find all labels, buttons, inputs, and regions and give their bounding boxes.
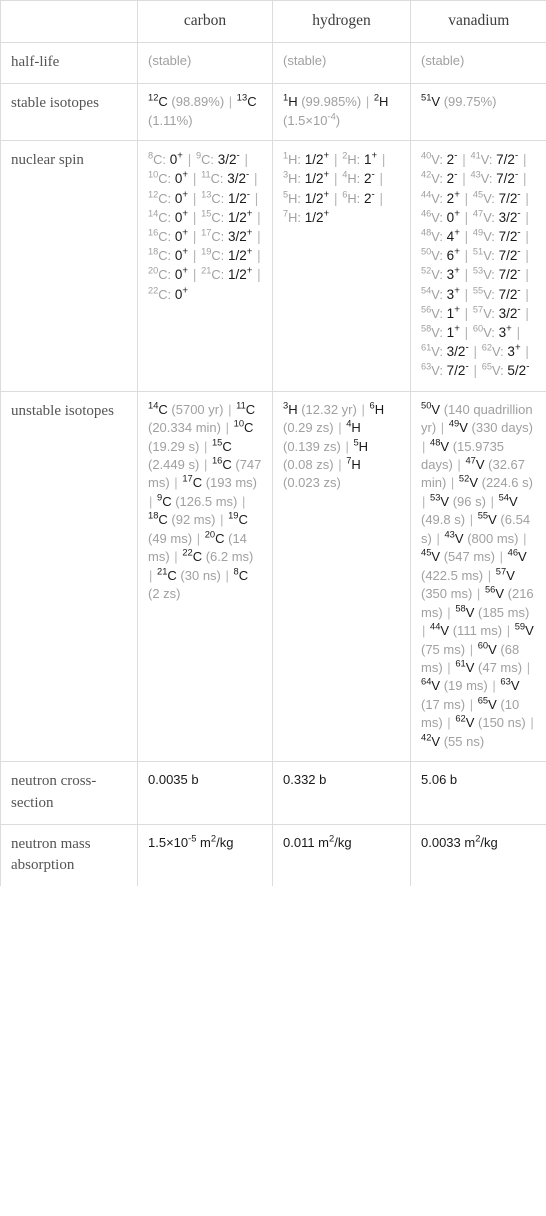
cell-stable-isotopes-vanadium: 51V (99.75%)	[410, 83, 546, 142]
table-row: neutron mass absorption 1.5×10-5 m2/kg 0.0…	[0, 823, 546, 887]
column-header-vanadium: vanadium	[410, 0, 546, 43]
table-row: unstable isotopes 14C (5700 yr) | 11C (20…	[0, 390, 546, 763]
column-header-hydrogen: hydrogen	[272, 0, 411, 43]
cell-neutron-mass-absorption-carbon: 1.5×10-5 m2/kg	[137, 823, 273, 887]
cell-nuclear-spin-carbon: 8C: 0+ | 9C: 3/2- | 10C: 0+ | 11C: 3/2- …	[137, 140, 273, 392]
cell-unstable-isotopes-carbon: 14C (5700 yr) | 11C (20.334 min) | 10C (…	[137, 390, 273, 763]
row-label-half-life: half-life	[0, 41, 138, 85]
row-label-nuclear-spin: nuclear spin	[0, 140, 138, 392]
row-label-unstable-isotopes: unstable isotopes	[0, 390, 138, 763]
isotope-properties-table: carbon hydrogen vanadium half-life (stable)(…	[0, 0, 546, 887]
cell-stable-isotopes-hydrogen: 1H (99.985%) | 2H (1.5×10-4)	[272, 83, 411, 142]
row-label-stable-isotopes: stable isotopes	[0, 83, 138, 142]
table-corner-cell	[0, 0, 138, 43]
cell-unstable-isotopes-vanadium: 50V (140 quadrillion yr) | 49V (330 days…	[410, 390, 546, 763]
cell-unstable-isotopes-hydrogen: 3H (12.32 yr) | 6H (0.29 zs) | 4H (0.139…	[272, 390, 411, 763]
table-row: neutron cross-section 0.0035 b 0.332 b 5.06…	[0, 761, 546, 825]
cell-nuclear-spin-hydrogen: 1H: 1/2+ | 2H: 1+ | 3H: 1/2+ | 4H: 2- | …	[272, 140, 411, 392]
cell-stable-isotopes-carbon: 12C (98.89%) | 13C (1.11%)	[137, 83, 273, 142]
table-row: stable isotopes 12C (98.89%) | 13C (1.11%…	[0, 83, 546, 142]
cell-half-life-vanadium: (stable)	[410, 41, 546, 85]
cell-half-life-hydrogen: (stable)	[272, 41, 411, 85]
row-label-neutron-mass-absorption: neutron mass absorption	[0, 823, 138, 887]
column-header-carbon: carbon	[137, 0, 273, 43]
cell-neutron-mass-absorption-hydrogen: 0.011 m2/kg	[272, 823, 411, 887]
cell-nuclear-spin-vanadium: 40V: 2- | 41V: 7/2- | 42V: 2- | 43V: 7/2…	[410, 140, 546, 392]
table-header-row: carbon hydrogen vanadium	[0, 0, 546, 43]
table-row: nuclear spin 8C: 0+ | 9C: 3/2- | 10C: 0+ …	[0, 140, 546, 392]
cell-half-life-carbon: (stable)	[137, 41, 273, 85]
cell-neutron-cross-section-vanadium: 5.06 b	[410, 761, 546, 825]
cell-neutron-mass-absorption-vanadium: 0.0033 m2/kg	[410, 823, 546, 887]
row-label-neutron-cross-section: neutron cross-section	[0, 761, 138, 825]
table-row: half-life (stable) (stable) (stable)	[0, 41, 546, 85]
cell-neutron-cross-section-hydrogen: 0.332 b	[272, 761, 411, 825]
cell-neutron-cross-section-carbon: 0.0035 b	[137, 761, 273, 825]
